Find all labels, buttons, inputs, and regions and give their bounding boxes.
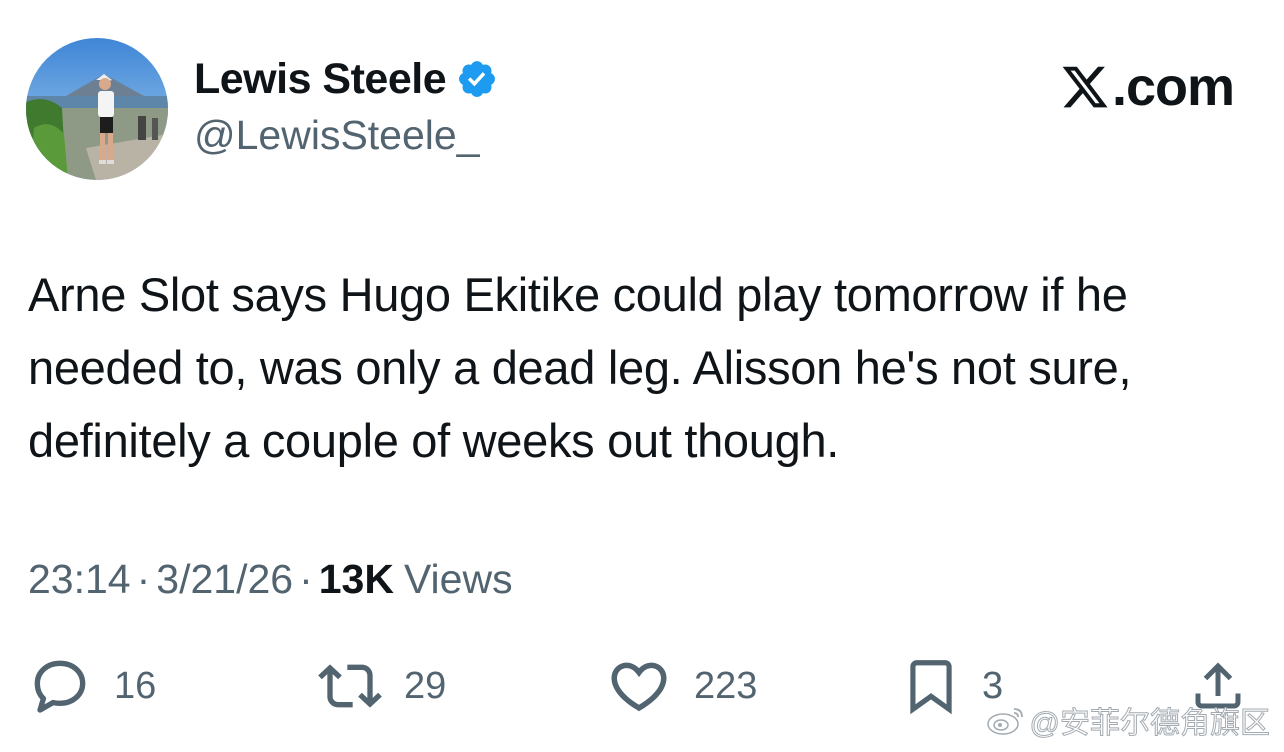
tweet-meta-row: 23:14 · 3/21/26 · 13K Views (28, 556, 513, 603)
verified-badge-icon (459, 61, 496, 97)
heart-icon (611, 662, 667, 712)
avatar[interactable] (26, 38, 168, 180)
reply-button[interactable]: 16 (28, 650, 156, 722)
repost-icon (318, 664, 382, 708)
bookmark-icon (910, 660, 952, 715)
brand-domain-suffix: .com (1111, 57, 1235, 117)
repost-count: 29 (404, 664, 447, 707)
repost-button[interactable]: 29 (318, 650, 446, 722)
reply-icon (34, 660, 86, 713)
tweet-date[interactable]: 3/21/26 (156, 556, 293, 603)
tweet-text: Arne Slot says Hugo Ekitike could play t… (28, 268, 1132, 467)
like-count: 223 (694, 664, 758, 707)
views-label: Views (403, 556, 513, 602)
x-logo-icon (1062, 66, 1108, 108)
like-button[interactable]: 223 (606, 650, 757, 722)
weibo-logo-icon (986, 708, 1023, 735)
weibo-watermark: @安菲尔德角旗区 (986, 698, 1271, 742)
author-display-name[interactable]: Lewis Steele (194, 55, 447, 104)
avatar-photo (26, 38, 168, 180)
meta-separator: · (136, 556, 151, 602)
reply-count: 16 (114, 664, 157, 707)
views-count: 13K (318, 556, 394, 602)
author-handle[interactable]: @LewisSteele_ (194, 112, 480, 159)
x-com-brand: .com (1060, 56, 1235, 118)
watermark-text: @安菲尔德角旗区 (1029, 707, 1270, 741)
tweet-time[interactable]: 23:14 (28, 556, 131, 603)
meta-separator: · (299, 556, 313, 602)
author-name-row[interactable]: Lewis Steele (194, 52, 498, 106)
